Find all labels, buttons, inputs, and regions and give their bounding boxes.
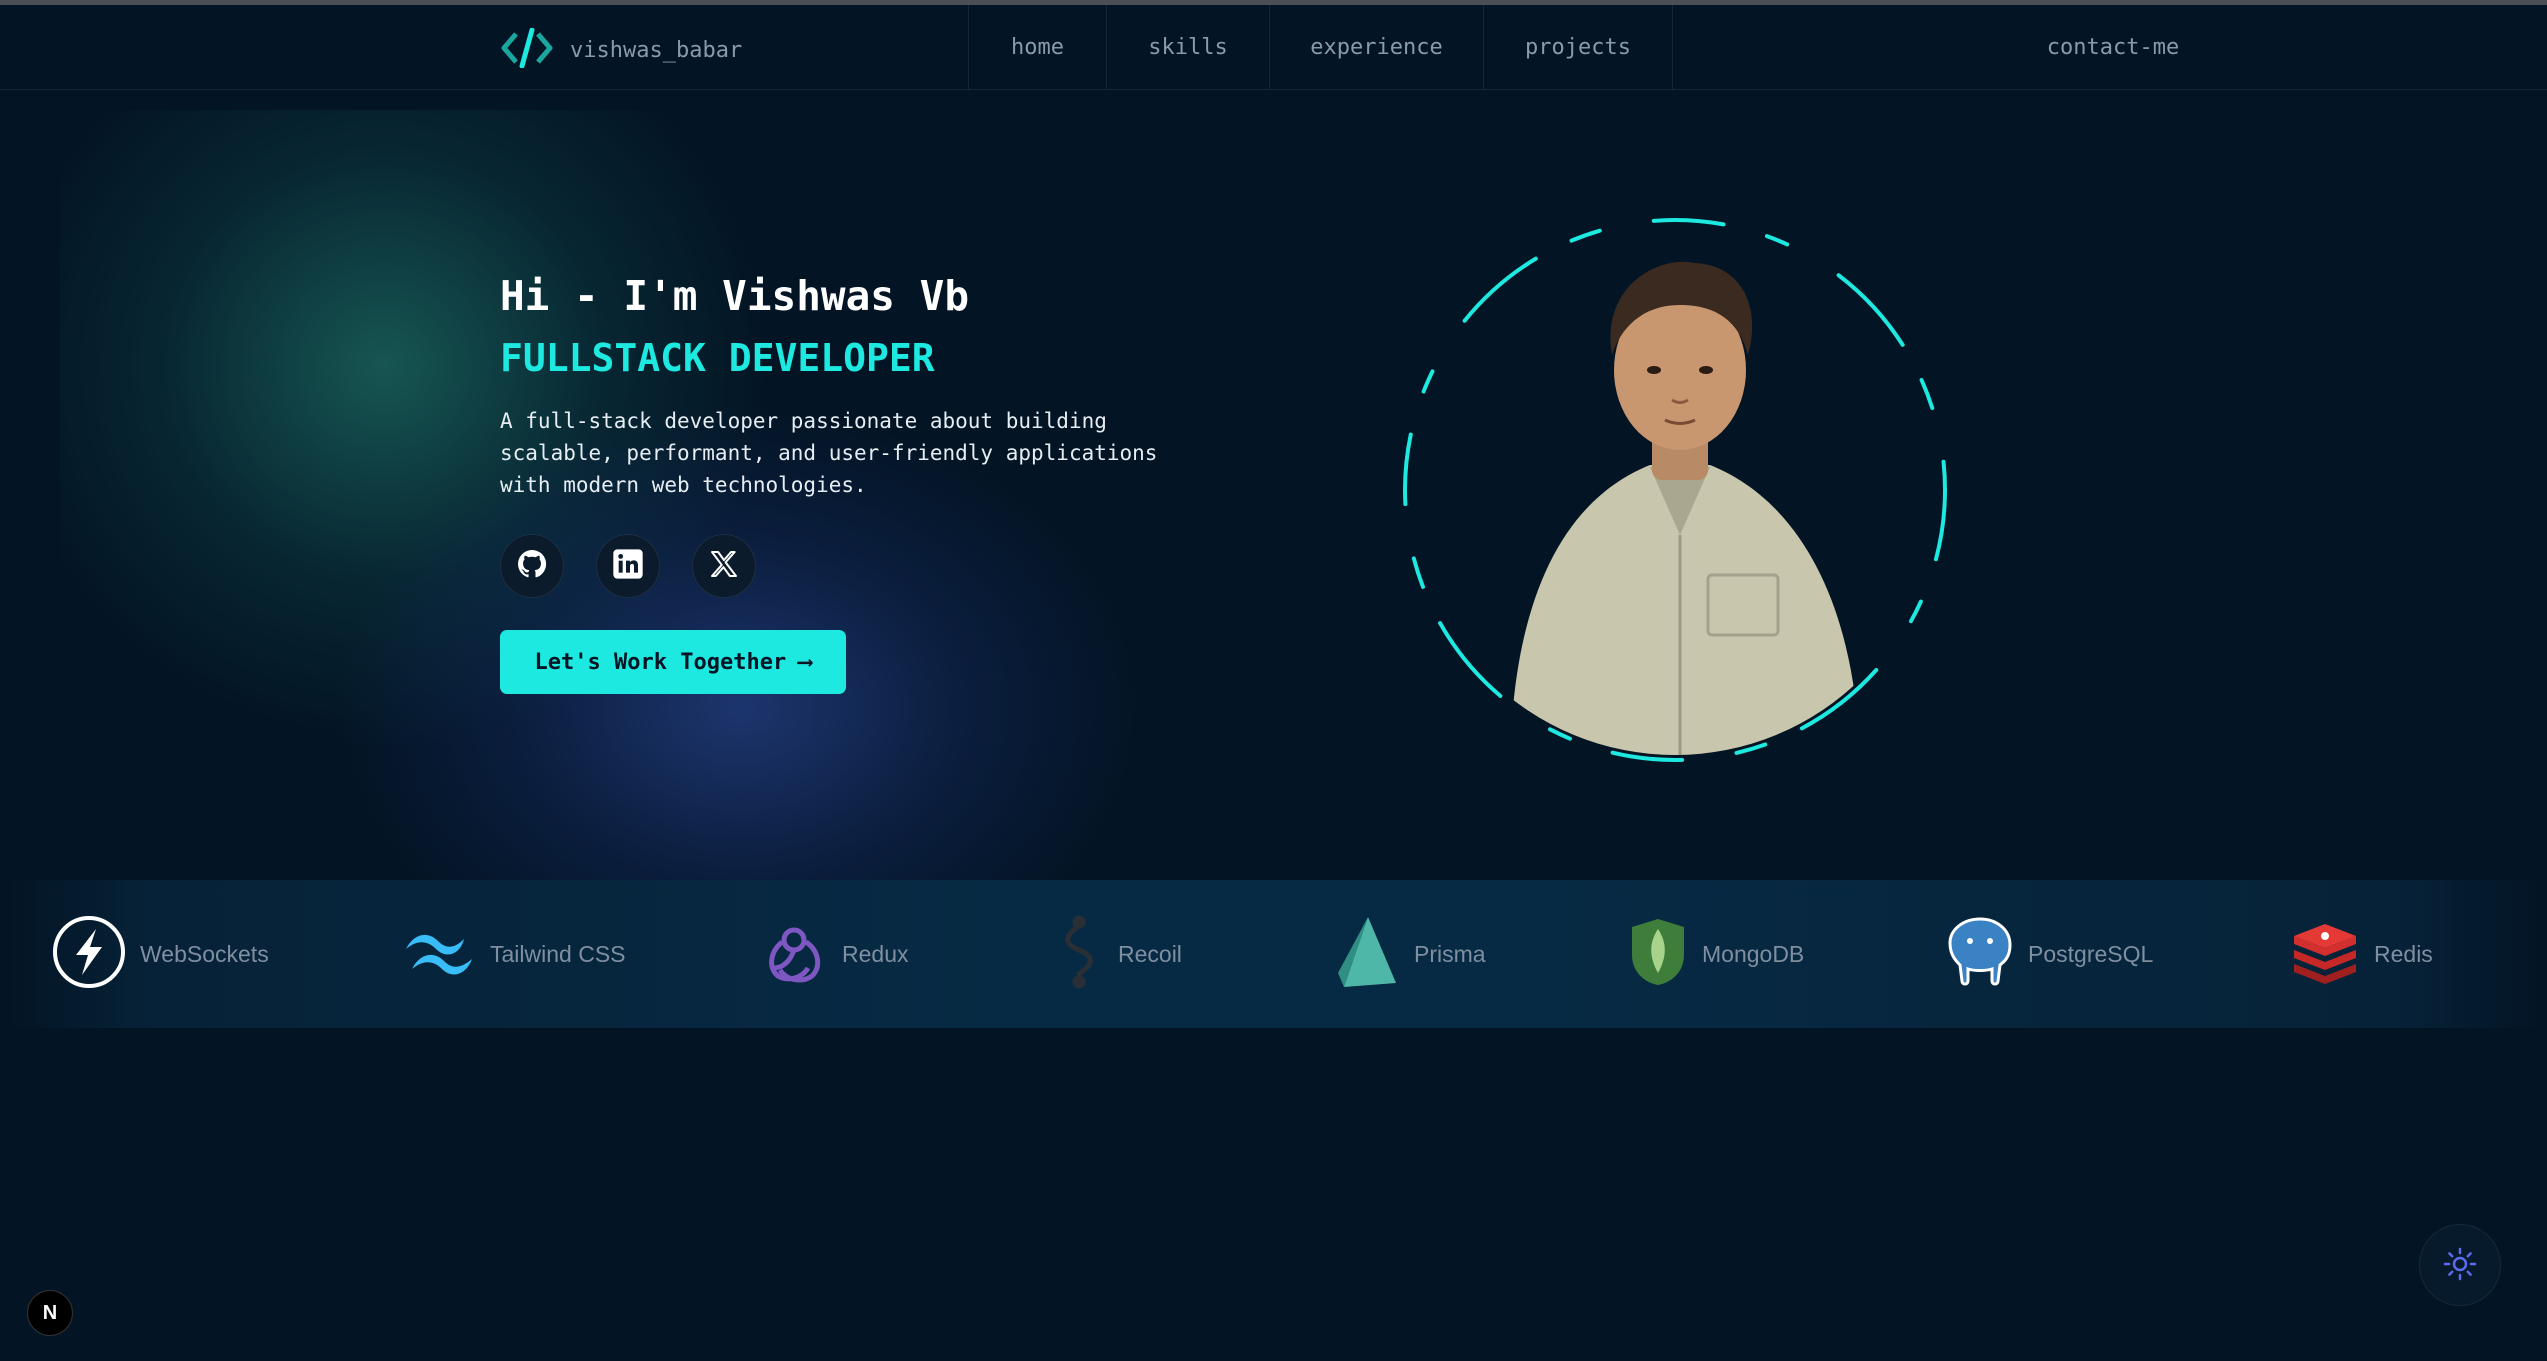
skill-label: MongoDB — [1702, 940, 1805, 967]
x-twitter-link[interactable] — [692, 534, 756, 598]
skill-prisma: Prisma — [1334, 880, 1486, 1028]
github-link[interactable] — [500, 534, 564, 598]
skill-redux: Redux — [760, 880, 908, 1028]
skill-postgresql: PostgreSQL — [1946, 880, 2153, 1028]
lets-work-together-button[interactable]: Let's Work Together ⟶ — [500, 630, 846, 694]
next-dev-indicator[interactable]: N — [27, 1290, 73, 1336]
skill-label: Redux — [842, 940, 909, 967]
skills-marquee: WebSockets Tailwind CSS Redux Recoil Pri… — [0, 880, 2547, 1028]
nav-experience[interactable]: experience — [1270, 5, 1484, 90]
arrow-right-icon: ⟶ — [798, 649, 812, 675]
skill-label: Redis — [2374, 940, 2433, 967]
code-brackets-logo-icon — [500, 27, 554, 72]
skill-label: Prisma — [1414, 940, 1486, 967]
skill-mongodb: MongoDB — [1628, 880, 1804, 1028]
hero-description: A full-stack developer passionate about … — [500, 409, 1158, 497]
mongodb-icon — [1628, 917, 1688, 991]
hero-title: Hi - I'm Vishwas Vb — [500, 272, 969, 320]
github-icon — [516, 548, 548, 584]
skill-label: Tailwind CSS — [490, 940, 626, 967]
hero-role: FULLSTACK DEVELOPER — [500, 336, 935, 380]
tailwind-icon — [402, 927, 476, 981]
top-navbar: vishwas_babar home skills experience pro… — [0, 5, 2547, 90]
recoil-icon — [1054, 912, 1104, 996]
skill-label: PostgreSQL — [2028, 940, 2154, 967]
nav-skills[interactable]: skills — [1107, 5, 1270, 90]
redux-icon — [760, 918, 828, 990]
theme-toggle-button[interactable] — [2419, 1224, 2501, 1306]
brand-logo-link[interactable]: vishwas_babar — [500, 25, 742, 75]
skill-label: Recoil — [1118, 940, 1182, 967]
nav-projects[interactable]: projects — [1484, 5, 1673, 90]
skill-websockets: WebSockets — [52, 880, 269, 1028]
x-icon — [708, 548, 740, 584]
cta-label: Let's Work Together — [534, 649, 787, 675]
skill-label: WebSockets — [140, 940, 269, 967]
linkedin-icon — [612, 548, 644, 584]
prisma-icon — [1334, 913, 1400, 995]
brand-name: vishwas_babar — [570, 37, 743, 63]
websockets-icon — [52, 915, 126, 993]
nav-home[interactable]: home — [968, 5, 1107, 90]
profile-avatar — [1390, 205, 1960, 775]
avatar-illustration — [1510, 261, 1860, 755]
skill-recoil: Recoil — [1054, 880, 1182, 1028]
social-links — [500, 534, 756, 598]
linkedin-link[interactable] — [596, 534, 660, 598]
redis-icon — [2290, 920, 2360, 988]
nav-contact-me[interactable]: contact-me — [1673, 5, 2313, 90]
skill-redis: Redis — [2290, 880, 2433, 1028]
sun-icon — [2443, 1247, 2477, 1284]
skill-tailwind: Tailwind CSS — [402, 880, 626, 1028]
postgresql-icon — [1946, 915, 2014, 993]
